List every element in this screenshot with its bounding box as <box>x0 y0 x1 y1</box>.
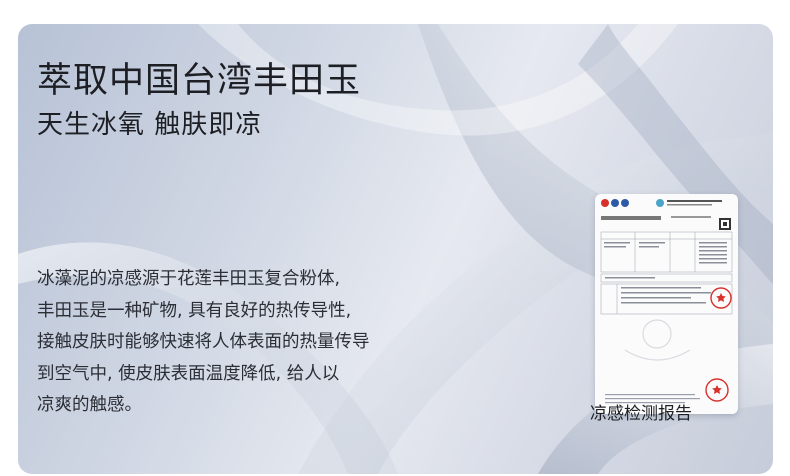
description-line: 到空气中, 使皮肤表面温度降低, 给人以 <box>37 363 340 384</box>
description-line: 丰田玉是一种矿物, 具有良好的热传导性, <box>37 300 352 321</box>
test-report-document <box>595 194 738 414</box>
report-page-drawing <box>600 199 733 404</box>
page-title: 萃取中国台湾丰田玉 <box>37 61 362 101</box>
description-line: 接触皮肤时能够快速将人体表面的热量传导 <box>37 332 370 353</box>
description-line: 冰藻泥的凉感源于花莲丰田玉复合粉体, <box>37 269 341 289</box>
description-line: 凉爽的触感。 <box>37 395 142 416</box>
description-text: 冰藻泥的凉感源于花莲丰田玉复合粉体, 丰田玉是一种矿物, 具有良好的热传导性, … <box>37 264 437 422</box>
page-subtitle: 天生冰氧 触肤即凉 <box>37 110 263 140</box>
report-caption: 凉感检测报告 <box>590 404 692 424</box>
